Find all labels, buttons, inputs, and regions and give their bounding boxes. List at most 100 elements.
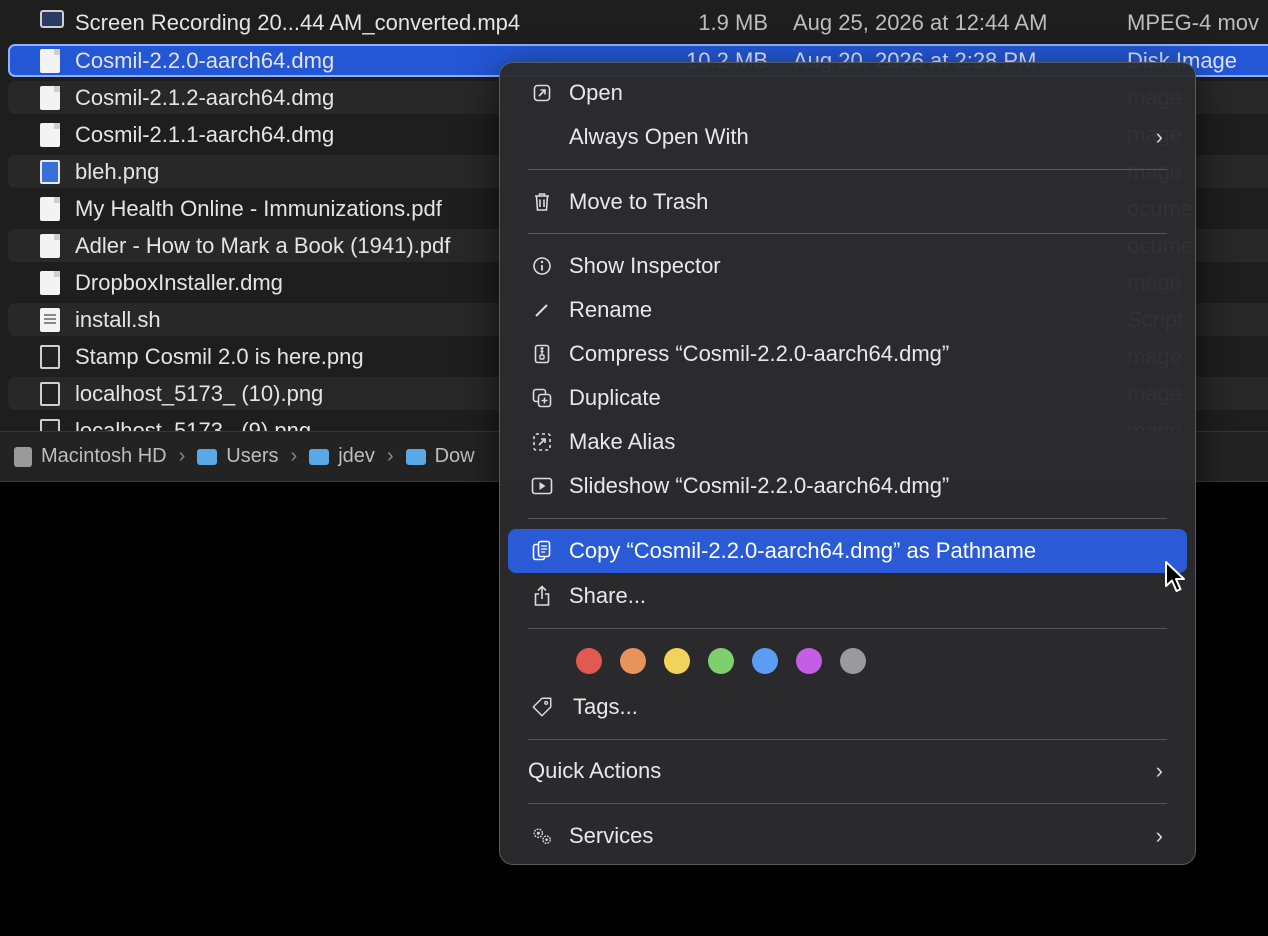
path-item-downloads[interactable]: Dow: [405, 445, 475, 468]
tag-color-blue[interactable]: [752, 648, 778, 674]
file-name: install.sh: [75, 306, 161, 332]
tag-color-red[interactable]: [576, 648, 602, 674]
home-folder-icon: [309, 448, 330, 465]
menu-item-label: Tags...: [573, 694, 638, 719]
file-name: DropboxInstaller.dmg: [75, 269, 283, 295]
tag-color-yellow[interactable]: [664, 648, 690, 674]
gears-icon: [531, 825, 553, 847]
menu-divider: [528, 739, 1167, 740]
path-separator-icon: ›: [386, 445, 394, 467]
mouse-pointer-icon: [1164, 560, 1188, 601]
folder-icon: [197, 448, 218, 465]
tag-color-green[interactable]: [708, 648, 734, 674]
chevron-right-icon: ›: [1155, 823, 1163, 848]
menu-item-label: Share...: [569, 583, 647, 608]
menu-item-move-to-trash[interactable]: Move to Trash: [508, 180, 1187, 224]
menu-item-slideshow[interactable]: Slideshow “Cosmil-2.2.0-aarch64.dmg”: [508, 464, 1187, 508]
menu-item-duplicate[interactable]: Duplicate: [508, 376, 1187, 420]
script-file-icon: [40, 307, 60, 332]
path-item-users[interactable]: Users: [197, 445, 279, 468]
open-icon: [531, 82, 553, 104]
trash-icon: [531, 191, 553, 213]
path-item-label: Macintosh HD: [41, 445, 167, 467]
file-row[interactable]: Screen Recording 20...44 AM_converted.mp…: [8, 6, 1268, 39]
pdf-file-icon: [40, 196, 60, 221]
menu-item-label: Quick Actions: [528, 758, 662, 783]
file-name: localhost_5173_ (10).png: [75, 380, 324, 406]
file-name: Cosmil-2.2.0-aarch64.dmg: [75, 47, 335, 73]
menu-item-label: Compress “Cosmil-2.2.0-aarch64.dmg”: [569, 341, 950, 366]
menu-item-label: Duplicate: [569, 385, 661, 410]
menu-item-tags[interactable]: Tags...: [508, 685, 1187, 729]
menu-item-label: Rename: [569, 297, 653, 322]
context-menu: Open Always Open With › Move to Trash Sh…: [499, 62, 1196, 865]
path-separator-icon: ›: [178, 445, 186, 467]
menu-item-make-alias[interactable]: Make Alias: [508, 420, 1187, 464]
alias-icon: [531, 431, 553, 453]
menu-item-always-open-with[interactable]: Always Open With ›: [508, 115, 1187, 159]
info-icon: [531, 255, 553, 277]
video-file-icon: [40, 10, 64, 28]
pencil-icon: [531, 299, 553, 321]
menu-divider: [528, 518, 1167, 519]
menu-item-services[interactable]: Services ›: [508, 814, 1187, 858]
menu-item-quick-actions[interactable]: Quick Actions ›: [508, 749, 1187, 793]
chevron-right-icon: ›: [1155, 758, 1163, 783]
duplicate-icon: [531, 387, 553, 409]
tag-icon: [531, 696, 553, 718]
menu-item-label: Services: [569, 823, 654, 848]
downloads-folder-icon: [405, 448, 426, 465]
menu-item-copy-pathname[interactable]: Copy “Cosmil-2.2.0-aarch64.dmg” as Pathn…: [508, 529, 1187, 573]
path-item-label: Users: [226, 445, 279, 467]
tag-color-purple[interactable]: [796, 648, 822, 674]
file-name: Stamp Cosmil 2.0 is here.png: [75, 343, 364, 369]
share-icon: [531, 585, 553, 607]
menu-divider: [528, 233, 1167, 234]
path-item-macintosh-hd[interactable]: Macintosh HD: [14, 445, 167, 468]
path-item-label: Dow: [434, 445, 475, 467]
menu-item-label: Show Inspector: [569, 253, 721, 278]
file-size: 1.9 MB: [698, 9, 768, 35]
menu-item-label: Always Open With: [569, 124, 749, 149]
png-file-icon: [40, 344, 60, 369]
png-file-icon: [40, 159, 60, 184]
file-kind: MPEG-4 mov: [1127, 9, 1260, 35]
menu-item-open[interactable]: Open: [508, 71, 1187, 115]
menu-item-show-inspector[interactable]: Show Inspector: [508, 244, 1187, 288]
file-name: localhost_5173_ (9).png: [75, 417, 312, 432]
dmg-file-icon: [40, 270, 60, 295]
file-name: Adler - How to Mark a Book (1941).pdf: [75, 232, 451, 258]
png-file-icon: [40, 381, 60, 406]
dmg-file-icon: [40, 48, 60, 73]
file-name: Cosmil-2.1.2-aarch64.dmg: [75, 84, 335, 110]
menu-item-label: Make Alias: [569, 429, 676, 454]
menu-item-label: Move to Trash: [569, 189, 709, 214]
menu-divider: [528, 628, 1167, 629]
menu-item-rename[interactable]: Rename: [508, 288, 1187, 332]
path-item-jdev[interactable]: jdev: [309, 445, 375, 468]
file-date: Aug 25, 2026 at 12:44 AM: [793, 9, 1048, 35]
tag-color-gray[interactable]: [840, 648, 866, 674]
chevron-right-icon: ›: [1155, 124, 1163, 149]
menu-item-label: Open: [569, 80, 623, 105]
menu-item-share[interactable]: Share...: [508, 574, 1187, 618]
menu-item-compress[interactable]: Compress “Cosmil-2.2.0-aarch64.dmg”: [508, 332, 1187, 376]
png-file-icon: [40, 418, 60, 431]
path-separator-icon: ›: [290, 445, 298, 467]
file-name: Screen Recording 20...44 AM_converted.mp…: [75, 9, 521, 35]
menu-divider: [528, 169, 1167, 170]
tag-color-orange[interactable]: [620, 648, 646, 674]
menu-item-label: Slideshow “Cosmil-2.2.0-aarch64.dmg”: [569, 473, 950, 498]
path-item-label: jdev: [338, 445, 375, 467]
file-name: bleh.png: [75, 158, 160, 184]
menu-item-label: Copy “Cosmil-2.2.0-aarch64.dmg” as Pathn…: [569, 538, 1037, 563]
tag-color-picker: [576, 648, 866, 674]
hard-drive-icon: [14, 446, 32, 467]
play-icon: [531, 475, 553, 497]
archive-icon: [531, 343, 553, 365]
menu-divider: [528, 803, 1167, 804]
file-name: My Health Online - Immunizations.pdf: [75, 195, 442, 221]
pdf-file-icon: [40, 233, 60, 258]
dmg-file-icon: [40, 122, 60, 147]
copy-path-icon: [531, 540, 553, 562]
